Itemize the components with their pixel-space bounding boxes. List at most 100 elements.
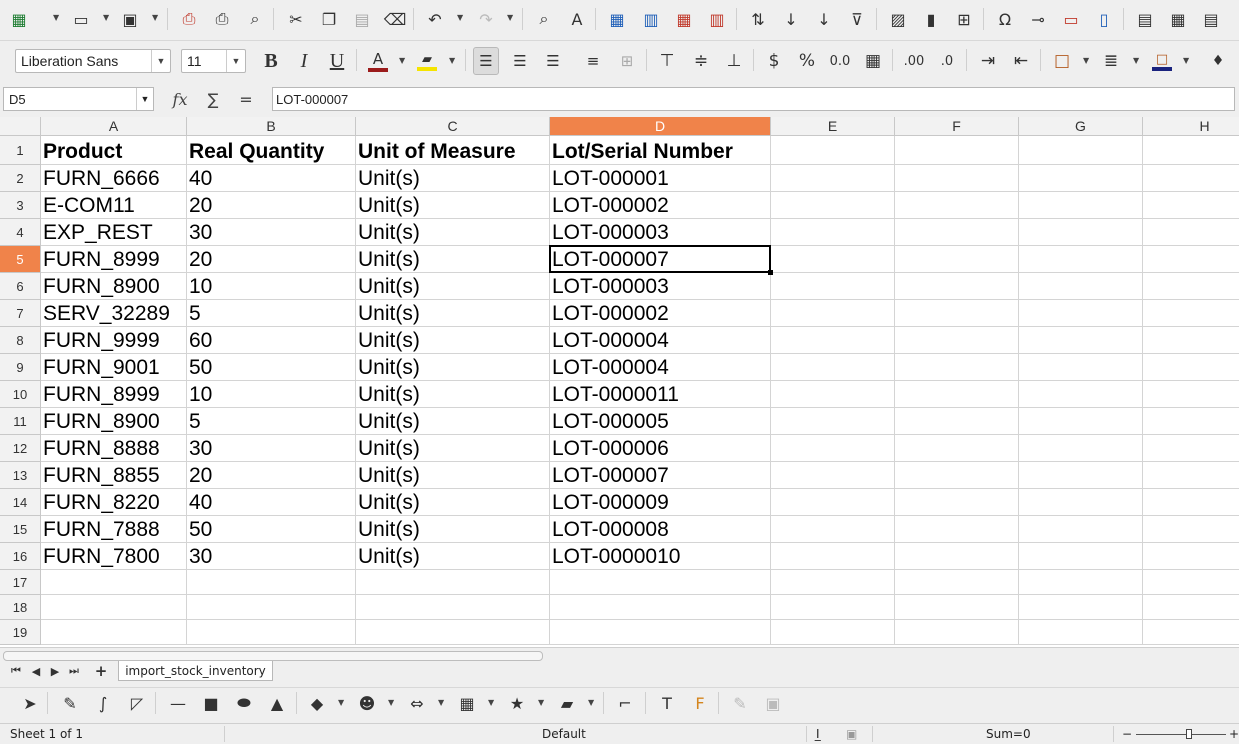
cell-b3[interactable]: 20 [187, 192, 356, 219]
cell-c7[interactable]: Unit(s) [356, 300, 550, 327]
cell-e15[interactable] [771, 516, 895, 543]
cell-d18[interactable] [550, 595, 771, 620]
border-color-icon[interactable]: □ [1149, 47, 1175, 75]
copy-icon[interactable]: ❐ [316, 6, 342, 32]
zoom-slider-knob[interactable] [1186, 729, 1192, 739]
cell-a5[interactable]: FURN_8999 [41, 246, 187, 273]
cell-h9[interactable] [1143, 354, 1239, 381]
cell-d2[interactable]: LOT-000001 [550, 165, 771, 192]
insert-mode-icon[interactable]: I̲ [816, 727, 820, 741]
column-header-f[interactable]: F [895, 117, 1019, 136]
cell-c5[interactable]: Unit(s) [356, 246, 550, 273]
cell-a13[interactable]: FURN_8855 [41, 462, 187, 489]
cell-h18[interactable] [1143, 595, 1239, 620]
callout-icon[interactable]: ▰ [556, 692, 578, 714]
cell-a12[interactable]: FURN_8888 [41, 435, 187, 462]
cell-h16[interactable] [1143, 543, 1239, 570]
cell-b9[interactable]: 50 [187, 354, 356, 381]
chevron-down-icon[interactable]: ▼ [103, 13, 109, 22]
cell-h6[interactable] [1143, 273, 1239, 300]
cell-g19[interactable] [1019, 620, 1143, 645]
triangle-icon[interactable]: ▲ [266, 692, 288, 714]
cell-f14[interactable] [895, 489, 1019, 516]
cell-f7[interactable] [895, 300, 1019, 327]
cell-a8[interactable]: FURN_9999 [41, 327, 187, 354]
row-header-12[interactable]: 12 [0, 435, 41, 462]
previous-sheet-icon[interactable]: ◀ [28, 663, 44, 679]
cell-e16[interactable] [771, 543, 895, 570]
paste-icon[interactable]: ▤ [349, 6, 375, 32]
cell-g7[interactable] [1019, 300, 1143, 327]
cell-d3[interactable]: LOT-000002 [550, 192, 771, 219]
cell-d7[interactable]: LOT-000002 [550, 300, 771, 327]
cell-b13[interactable]: 20 [187, 462, 356, 489]
zoom-in-icon[interactable]: + [1229, 727, 1239, 741]
symbol-shapes-icon[interactable]: ☻ [356, 692, 378, 714]
add-sheet-icon[interactable]: + [93, 662, 109, 680]
spreadsheet-grid[interactable]: A B C D E F G H 1 Product Real Quantity Unit of Mea… [0, 117, 1239, 647]
cell-d11[interactable]: LOT-000005 [550, 408, 771, 435]
cell-f9[interactable] [895, 354, 1019, 381]
cell-c9[interactable]: Unit(s) [356, 354, 550, 381]
cell-g5[interactable] [1019, 246, 1143, 273]
zoom-out-icon[interactable]: − [1122, 727, 1132, 741]
line-icon[interactable]: — [167, 692, 189, 714]
chevron-down-icon[interactable]: ▼ [1083, 56, 1089, 65]
cell-a11[interactable]: FURN_8900 [41, 408, 187, 435]
select-arrow-icon[interactable]: ➤ [19, 692, 41, 714]
cell-f2[interactable] [895, 165, 1019, 192]
freeze-icon[interactable]: ▦ [1165, 6, 1191, 32]
row-header-9[interactable]: 9 [0, 354, 41, 381]
row-header-5[interactable]: 5 [0, 246, 41, 273]
underline-icon[interactable]: U [324, 47, 350, 75]
cell-e17[interactable] [771, 570, 895, 595]
name-box[interactable]: D5 ▼ [3, 87, 154, 111]
first-sheet-icon[interactable]: ⏮ [8, 663, 24, 679]
cell-g9[interactable] [1019, 354, 1143, 381]
chevron-down-icon[interactable]: ▼ [399, 56, 405, 65]
cell-a1[interactable]: Product [41, 136, 187, 165]
points-icon[interactable]: ⌐ [614, 692, 636, 714]
cell-b11[interactable]: 5 [187, 408, 356, 435]
row-header-2[interactable]: 2 [0, 165, 41, 192]
cell-d13[interactable]: LOT-000007 [550, 462, 771, 489]
column-header-a[interactable]: A [41, 117, 187, 136]
sort-ascending-icon[interactable]: ↓ [778, 6, 804, 32]
column-header-g[interactable]: G [1019, 117, 1143, 136]
increase-indent-icon[interactable]: ⇥ [975, 47, 1001, 75]
cell-h15[interactable] [1143, 516, 1239, 543]
cell-c18[interactable] [356, 595, 550, 620]
cell-d8[interactable]: LOT-000004 [550, 327, 771, 354]
chevron-down-icon[interactable]: ▼ [438, 698, 444, 707]
font-name-combo[interactable]: Liberation Sans ▼ [15, 49, 171, 73]
cell-h2[interactable] [1143, 165, 1239, 192]
cell-d17[interactable] [550, 570, 771, 595]
currency-icon[interactable]: $ [761, 47, 787, 75]
autofilter-icon[interactable]: ⊽ [844, 6, 870, 32]
row-header-7[interactable]: 7 [0, 300, 41, 327]
cell-h4[interactable] [1143, 219, 1239, 246]
cell-b14[interactable]: 40 [187, 489, 356, 516]
cell-a7[interactable]: SERV_32289 [41, 300, 187, 327]
cell-a4[interactable]: EXP_REST [41, 219, 187, 246]
cell-e19[interactable] [771, 620, 895, 645]
cell-g4[interactable] [1019, 219, 1143, 246]
cell-h12[interactable] [1143, 435, 1239, 462]
row-header-6[interactable]: 6 [0, 273, 41, 300]
align-top-icon[interactable]: ⊤ [654, 47, 680, 75]
cell-d4[interactable]: LOT-000003 [550, 219, 771, 246]
chevron-down-icon[interactable]: ▼ [226, 50, 245, 72]
cell-c3[interactable]: Unit(s) [356, 192, 550, 219]
cell-e5[interactable] [771, 246, 895, 273]
center-vertically-icon[interactable]: ≑ [688, 47, 714, 75]
row-header-19[interactable]: 19 [0, 620, 41, 645]
redo-icon[interactable]: ↷ [473, 6, 499, 32]
row-header-13[interactable]: 13 [0, 462, 41, 489]
chevron-down-icon[interactable]: ▼ [538, 698, 544, 707]
bold-icon[interactable]: B [258, 47, 284, 75]
last-sheet-icon[interactable]: ⏭ [66, 663, 82, 679]
cell-f10[interactable] [895, 381, 1019, 408]
cell-e9[interactable] [771, 354, 895, 381]
cell-d1[interactable]: Lot/Serial Number [550, 136, 771, 165]
border-style-icon[interactable]: ≣ [1098, 47, 1124, 75]
